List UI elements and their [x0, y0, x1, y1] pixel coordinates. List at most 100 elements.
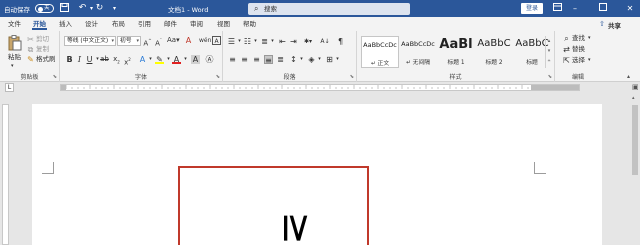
styles-launcher-icon[interactable]: ⬊ [548, 74, 552, 80]
copy-label[interactable]: 复制 [36, 45, 49, 54]
align-right-icon[interactable]: ≡ [252, 55, 261, 64]
style-tile-heading-2[interactable]: AaBbC 标题 2 [475, 36, 513, 68]
style-tile-normal[interactable]: AaBbCcDc ↵ 正文 [361, 36, 399, 68]
maximize-icon[interactable] [596, 2, 610, 15]
font-name-combo[interactable]: 等线 (中文正文) ▾ [64, 36, 116, 46]
text-effects-dropdown-icon[interactable]: ▾ [146, 55, 155, 64]
styles-gallery-scroll[interactable]: ▴ ▾ ⩡ [545, 36, 552, 68]
shading-dropdown-icon[interactable]: ▾ [315, 55, 324, 64]
decrease-indent-icon[interactable]: ⇤ [278, 37, 287, 46]
tab-mailings[interactable]: 邮件 [164, 17, 177, 31]
increase-indent-icon[interactable]: ⇥ [289, 37, 298, 46]
collapse-ribbon-icon[interactable]: ▴ [627, 73, 630, 80]
scroll-down-icon[interactable]: ▾ [546, 46, 552, 56]
tab-review[interactable]: 审阅 [190, 17, 203, 31]
character-shading-icon[interactable]: A [191, 55, 200, 64]
paste-label[interactable]: 粘贴 [8, 53, 21, 62]
search-box[interactable]: ⌕ 搜索 [248, 3, 410, 15]
search-icon: ⌕ [254, 4, 259, 13]
format-painter-label[interactable]: 格式刷 [36, 55, 56, 64]
close-icon[interactable]: ✕ [623, 2, 637, 15]
minimize-icon[interactable]: – [568, 2, 582, 15]
search-placeholder: 搜索 [264, 5, 277, 13]
tab-selector-icon[interactable]: L [5, 83, 14, 92]
replace-icon[interactable]: ⇄ [562, 45, 571, 54]
justify-icon[interactable]: ≡ [264, 55, 273, 65]
bold-icon[interactable]: B [65, 55, 74, 64]
vertical-scrollbar[interactable]: ▴ [630, 93, 640, 245]
autosave-toggle[interactable]: 关 [35, 4, 54, 13]
tab-insert[interactable]: 插入 [59, 17, 72, 31]
paste-icon[interactable] [8, 35, 22, 51]
share-icon[interactable]: ⇧ [599, 20, 605, 28]
gallery-more-icon[interactable]: ⩡ [546, 56, 552, 66]
paste-dropdown-icon[interactable]: ▾ [11, 62, 14, 71]
tab-design[interactable]: 设计 [85, 17, 98, 31]
redo-icon[interactable]: ↻ [94, 3, 105, 14]
sort-icon[interactable]: A↓ [319, 37, 331, 46]
find-label[interactable]: 查找 [572, 34, 585, 43]
tab-layout[interactable]: 布局 [112, 17, 125, 31]
tab-references[interactable]: 引用 [138, 17, 151, 31]
select-label[interactable]: 选择 [572, 56, 585, 65]
change-case-icon[interactable]: Aa▾ [167, 36, 180, 45]
numbering-dropdown-icon[interactable]: ▾ [251, 37, 260, 46]
font-color-dropdown-icon[interactable]: ▾ [181, 55, 190, 64]
style-tile-heading-1[interactable]: AaBl 标题 1 [437, 36, 475, 68]
select-dropdown-icon[interactable]: ▾ [588, 56, 591, 65]
borders-dropdown-icon[interactable]: ▾ [333, 55, 342, 64]
find-icon[interactable]: ⌕ [562, 34, 571, 43]
cut-label[interactable]: 剪切 [36, 35, 49, 44]
show-marks-icon[interactable]: ¶ [336, 37, 345, 46]
tab-view[interactable]: 视图 [217, 17, 230, 31]
shape-text[interactable]: ≥ [274, 211, 320, 245]
style-name: ↵ 无间隔 [405, 60, 431, 66]
share-button[interactable]: 共享 [608, 20, 621, 30]
format-painter-icon[interactable]: ✎ [26, 55, 35, 64]
distributed-icon[interactable]: ≣ [276, 55, 285, 64]
copy-icon[interactable]: ⧉ [26, 45, 35, 54]
select-icon[interactable]: ⇱ [562, 56, 571, 65]
align-center-icon[interactable]: ≡ [240, 55, 249, 64]
italic-icon[interactable]: I [75, 55, 84, 64]
font-size-combo[interactable]: 初号 ▾ [117, 36, 141, 46]
tab-home[interactable]: 开始 [32, 17, 47, 31]
shrink-font-icon[interactable]: Aˇ [154, 36, 163, 47]
font-size-dropdown-icon[interactable]: ▾ [136, 37, 139, 45]
customize-quick-access-icon[interactable]: ▾ [109, 3, 120, 14]
cut-icon[interactable]: ✂ [26, 35, 35, 44]
ruler-toggle-icon[interactable]: ▣ [632, 83, 639, 91]
superscript-icon[interactable]: x2 [123, 55, 132, 66]
line-spacing-dropdown-icon[interactable]: ▾ [297, 55, 306, 64]
paragraph-launcher-icon[interactable]: ⬊ [350, 74, 354, 80]
ribbon-display-options-icon[interactable] [550, 2, 564, 15]
save-icon[interactable] [59, 3, 70, 14]
enclose-characters-icon[interactable]: A [212, 36, 221, 45]
tab-file[interactable]: 文件 [8, 17, 21, 31]
horizontal-ruler[interactable] [60, 84, 580, 91]
find-dropdown-icon[interactable]: ▾ [588, 34, 591, 43]
character-border-icon[interactable]: Ⓐ [205, 55, 214, 64]
chinese-layout-icon[interactable]: ✱▾ [302, 37, 314, 46]
multilevel-list-dropdown-icon[interactable]: ▾ [268, 37, 277, 46]
grow-font-icon[interactable]: A^ [143, 36, 152, 47]
ruler-right-margin [531, 85, 579, 90]
scroll-up-arrow-icon[interactable]: ▴ [632, 95, 635, 101]
scroll-thumb[interactable] [632, 105, 638, 175]
strikethrough-icon[interactable]: ab [100, 55, 109, 64]
replace-label[interactable]: 替换 [572, 45, 585, 54]
clear-formatting-icon[interactable]: A [184, 36, 193, 45]
subscript-icon[interactable]: x2 [112, 55, 121, 64]
highlight-icon[interactable]: ✎ [155, 55, 164, 64]
font-launcher-icon[interactable]: ⬊ [216, 74, 220, 80]
font-name-dropdown-icon[interactable]: ▾ [111, 37, 114, 45]
style-tile-no-spacing[interactable]: AaBbCcDc ↵ 无间隔 [399, 36, 437, 68]
login-button[interactable]: 登录 [521, 3, 543, 14]
scroll-up-icon[interactable]: ▴ [546, 36, 552, 46]
clipboard-launcher-icon[interactable]: ⬊ [53, 74, 57, 80]
phonetic-guide-icon[interactable]: wén [199, 36, 211, 45]
align-left-icon[interactable]: ≡ [228, 55, 237, 64]
font-color-icon[interactable]: A [172, 55, 181, 64]
tab-help[interactable]: 帮助 [243, 17, 256, 31]
vertical-ruler[interactable] [2, 104, 9, 245]
